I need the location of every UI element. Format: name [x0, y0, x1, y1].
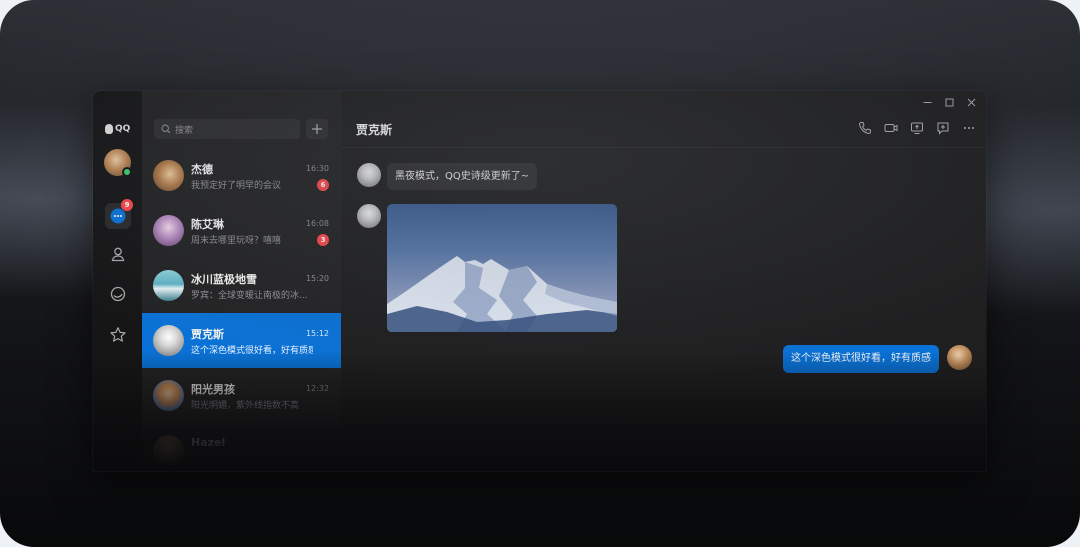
nav-contacts[interactable]: [105, 241, 131, 267]
window-controls: [923, 98, 976, 107]
chat-toolbar: [858, 121, 976, 135]
sender-avatar[interactable]: [357, 163, 381, 187]
online-status-dot: [122, 167, 132, 177]
message-time: 16:30: [306, 164, 329, 173]
unread-badge: 3: [317, 234, 329, 246]
message-preview: 阳光明媚，紫外线指数不高: [191, 398, 313, 411]
conversation-item[interactable]: 冰川蓝极地雪 罗宾：全球变暖让南极的冰... 15:20: [142, 258, 341, 313]
chat-title: 贾克斯: [356, 121, 392, 138]
message-time: 12:32: [306, 384, 329, 393]
more-options-icon[interactable]: [962, 121, 976, 135]
contact-avatar: [153, 160, 184, 191]
my-avatar[interactable]: [947, 345, 972, 370]
qq-logo: QQ: [105, 122, 130, 136]
search-input[interactable]: 搜索: [154, 119, 300, 139]
message-preview: 这个深色模式很好看，好有质感: [191, 343, 313, 356]
message-preview: 周末去哪里玩呀？嘻嘻: [191, 233, 313, 246]
contact-name: Hazel: [191, 436, 225, 449]
minimize-icon[interactable]: [923, 98, 932, 107]
unread-badge: 6: [317, 179, 329, 191]
new-message-icon[interactable]: [936, 121, 950, 135]
message-preview: 罗宾：全球变暖让南极的冰...: [191, 288, 313, 301]
screen-share-icon[interactable]: [910, 121, 924, 135]
mountain-illustration: [387, 204, 617, 332]
conversation-item[interactable]: 阳光男孩 阳光明媚，紫外线指数不高 12:32: [142, 368, 341, 423]
conversation-item[interactable]: 杰德 我预定好了明早的会议 16:30 6: [142, 148, 341, 203]
desktop-background: QQ 9: [0, 0, 1080, 547]
incoming-message-bubble[interactable]: 黑夜模式，QQ史诗级更新了~: [387, 163, 537, 190]
circle-planet-icon: [110, 286, 126, 302]
star-icon: [109, 326, 127, 344]
outgoing-message-bubble[interactable]: 这个深色模式很好看，好有质感: [783, 345, 939, 373]
contact-avatar: [153, 215, 184, 246]
conversation-item[interactable]: Hazel: [142, 423, 341, 471]
qq-window: QQ 9: [93, 91, 986, 471]
logo-text: QQ: [115, 124, 130, 134]
chat-panel: 贾克斯: [341, 91, 986, 471]
nav-favorites[interactable]: [105, 322, 131, 348]
nav-moments[interactable]: [105, 281, 131, 307]
video-call-icon[interactable]: [884, 121, 898, 135]
message-time: 15:12: [306, 329, 329, 338]
snowy-mountain-photo[interactable]: [387, 204, 617, 332]
message-preview: 我预定好了明早的会议: [191, 178, 313, 191]
phone-icon[interactable]: [858, 121, 872, 135]
search-icon: [161, 124, 171, 134]
penguin-icon: [105, 124, 113, 134]
contact-avatar: [153, 325, 184, 356]
contact-name: 阳光男孩: [191, 381, 235, 397]
plus-icon: [311, 123, 323, 135]
messages-badge: 9: [121, 199, 133, 211]
contact-avatar: [153, 380, 184, 411]
chat-header-divider: [341, 147, 986, 148]
message-time: 15:20: [306, 274, 329, 283]
contact-avatar: [153, 435, 184, 466]
add-button[interactable]: [306, 119, 328, 139]
message-time: 16:08: [306, 219, 329, 228]
sidebar: QQ 9: [93, 91, 142, 471]
search-placeholder: 搜索: [175, 123, 193, 136]
close-icon[interactable]: [967, 98, 976, 107]
conversation-item[interactable]: 陈艾琳 周末去哪里玩呀？嘻嘻 16:08 3: [142, 203, 341, 258]
contact-name: 陈艾琳: [191, 216, 224, 232]
sender-avatar[interactable]: [357, 204, 381, 228]
contacts-icon: [110, 246, 126, 262]
contact-name: 冰川蓝极地雪: [191, 271, 257, 287]
contact-name: 贾克斯: [191, 326, 224, 342]
contact-name: 杰德: [191, 161, 213, 177]
conversation-list: 搜索 杰德 我预定好了明早的会议 16:30 6 陈艾琳 周末去哪里玩呀？嘻嘻 …: [142, 91, 341, 471]
maximize-icon[interactable]: [945, 98, 954, 107]
conversation-item-selected[interactable]: 贾克斯 这个深色模式很好看，好有质感 15:12: [142, 313, 341, 368]
contact-avatar: [153, 270, 184, 301]
nav-messages[interactable]: 9: [105, 203, 131, 229]
